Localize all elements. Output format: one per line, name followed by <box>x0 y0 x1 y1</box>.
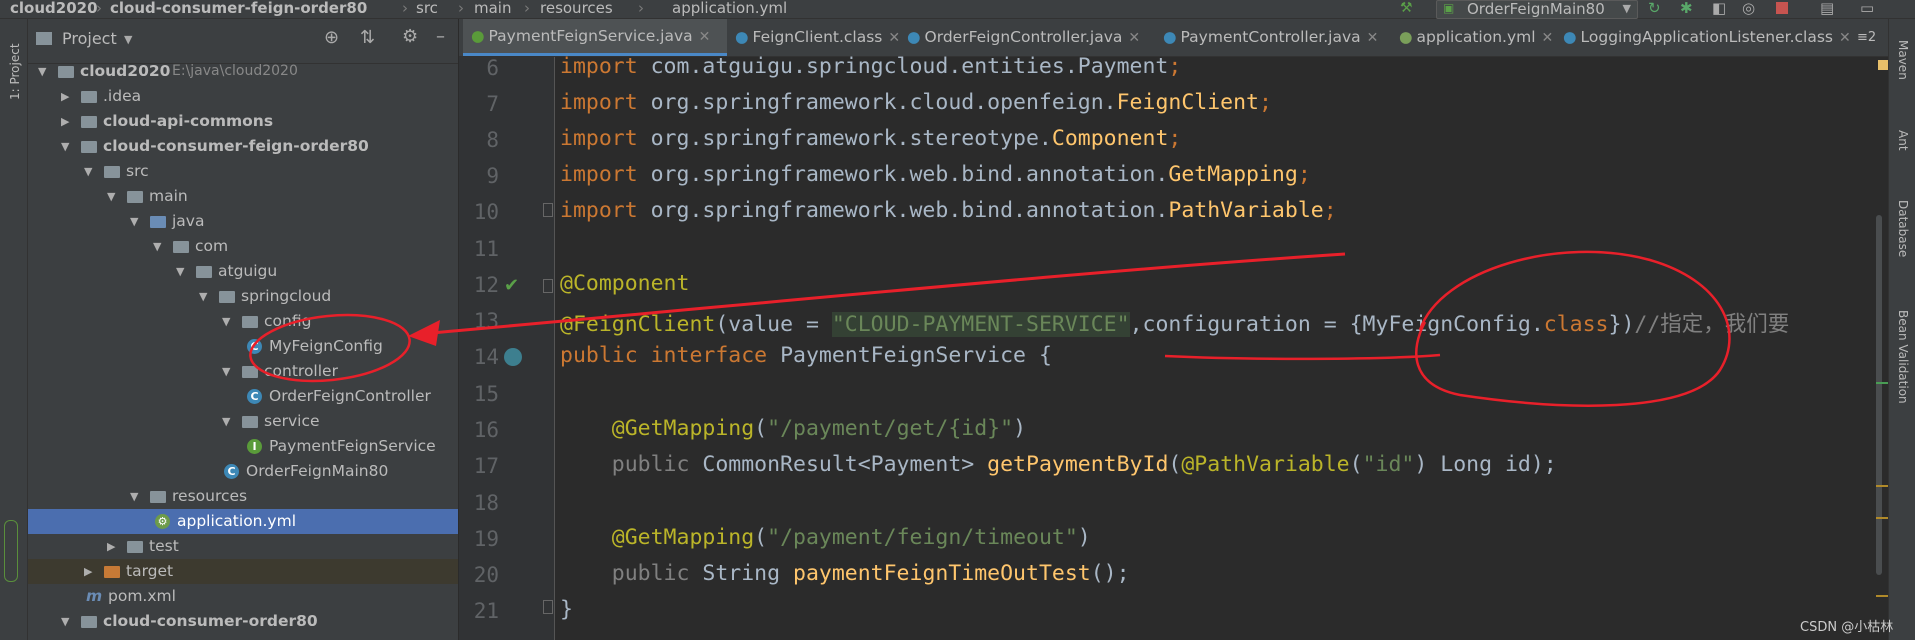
annotation-circle-configuration <box>1415 250 1731 407</box>
annotation-arrow-line <box>419 252 1346 336</box>
red-annotation-overlay <box>249 250 1731 407</box>
annotation-underline <box>1164 353 1441 361</box>
annotation-circle-myfeignconfig <box>249 313 411 383</box>
annotation-arrow-head <box>408 320 440 346</box>
